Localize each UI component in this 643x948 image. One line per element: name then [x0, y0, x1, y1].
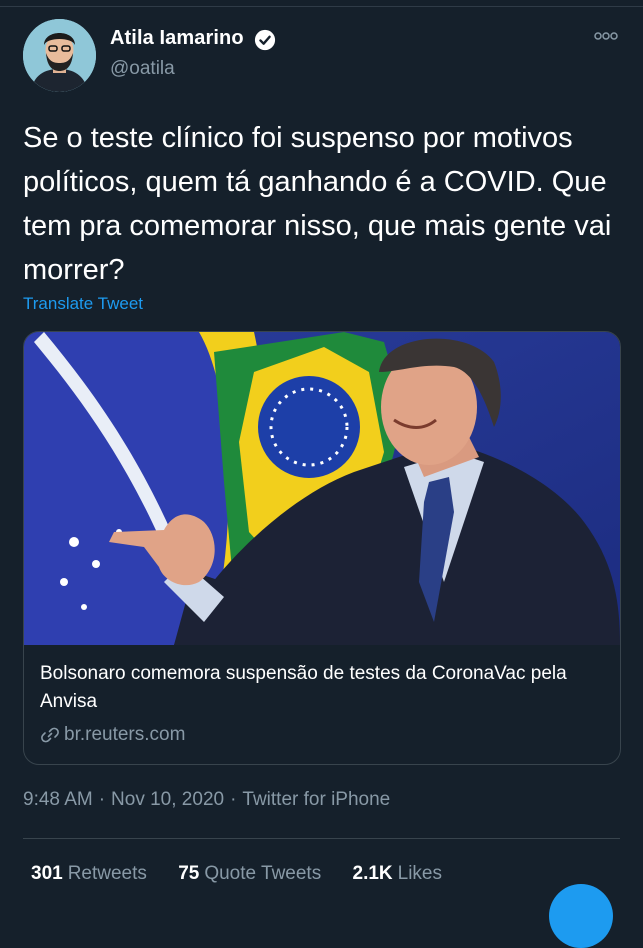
tweet-date[interactable]: Nov 10, 2020 [111, 789, 224, 811]
compose-tweet-button[interactable] [549, 884, 613, 948]
retweets-stat[interactable]: 301 Retweets [31, 863, 147, 885]
author-handle[interactable]: @oatila [110, 58, 175, 80]
translate-tweet-link[interactable]: Translate Tweet [23, 294, 143, 314]
tweet-meta: 9:48 AM · Nov 10, 2020 · Twitter for iPhone [23, 789, 390, 811]
meta-separator: · [230, 789, 237, 810]
card-domain: br.reuters.com [64, 724, 186, 745]
retweets-label: Retweets [67, 863, 147, 884]
card-image [24, 332, 620, 645]
card-title: Bolsonaro comemora suspensão de testes d… [40, 663, 567, 712]
author-display-name[interactable]: Atila Iamarino [110, 27, 244, 50]
card-domain-row: br.reuters.com [40, 722, 185, 748]
stats-divider [23, 838, 620, 839]
tweet-source[interactable]: Twitter for iPhone [242, 789, 390, 811]
avatar-illustration [23, 19, 96, 92]
likes-stat[interactable]: 2.1K Likes [353, 863, 443, 885]
quote-tweets-label: Quote Tweets [204, 863, 322, 884]
tweet-stats: 301 Retweets 75 Quote Tweets 2.1K Likes [31, 863, 468, 885]
avatar[interactable] [23, 19, 96, 92]
link-card[interactable]: Bolsonaro comemora suspensão de testes d… [23, 331, 621, 765]
retweets-count: 301 [31, 863, 63, 884]
top-divider [0, 6, 643, 7]
meta-separator: · [98, 789, 106, 810]
link-icon [41, 727, 59, 743]
likes-count: 2.1K [352, 863, 393, 884]
more-options-icon[interactable] [593, 30, 619, 42]
quote-tweets-stat[interactable]: 75 Quote Tweets [178, 863, 321, 885]
likes-label: Likes [397, 863, 442, 884]
tweet-text: Se o teste clínico foi suspenso por moti… [23, 122, 612, 286]
tweet-time[interactable]: 9:48 AM [23, 789, 93, 811]
quote-tweets-count: 75 [178, 863, 200, 884]
verified-badge-icon [254, 29, 276, 51]
